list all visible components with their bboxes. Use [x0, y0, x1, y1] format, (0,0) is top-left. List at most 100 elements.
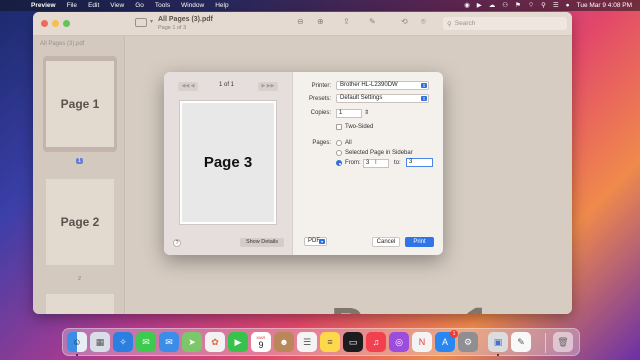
users-icon[interactable]: ⚇	[502, 0, 508, 11]
news-icon[interactable]: N	[412, 332, 432, 352]
chevron-down-icon: ▾	[319, 239, 325, 244]
page-count: 1 of 1	[219, 82, 235, 88]
page-content-text: Page 1	[331, 298, 492, 314]
to-field[interactable]: 3	[406, 158, 433, 167]
podcasts-icon[interactable]: ◎	[389, 332, 409, 352]
wifi-icon[interactable]: ⌔	[528, 0, 534, 11]
document-subtitle: Page 1 of 3	[158, 25, 187, 31]
menu-help[interactable]: Help	[215, 2, 228, 9]
play-icon[interactable]: ▶	[477, 0, 482, 11]
first-previous-page-button[interactable]: ◀◀ ◀	[178, 82, 198, 91]
menu-app-name[interactable]: Preview	[31, 2, 56, 9]
chevron-updown-icon: ⇕	[421, 83, 427, 88]
print-settings: Printer: Brother HL-L2390DW ⇕ Presets: D…	[293, 72, 443, 255]
running-indicator	[76, 354, 78, 356]
sidebar-toggle-icon[interactable]	[135, 18, 147, 27]
reminders-icon[interactable]: ☰	[297, 332, 317, 352]
thumbnail-sidebar: All Pages (3).pdf Page 1 1 Page 2 2	[33, 36, 125, 314]
print-dialog: ◀◀ ◀ 1 of 1 ▶ ▶▶ Page 3 ? Show Details P…	[164, 72, 443, 255]
markup-icon[interactable]: ✎	[369, 17, 376, 26]
two-sided-label: Two-Sided	[345, 124, 374, 130]
help-button[interactable]: ?	[173, 239, 181, 247]
pages-selected-radio[interactable]	[336, 150, 342, 156]
facetime-icon[interactable]: ▶	[228, 332, 248, 352]
maps-icon[interactable]: ➤	[182, 332, 202, 352]
search-input[interactable]: ⚲ Search	[443, 17, 567, 30]
printer-select[interactable]: Brother HL-L2390DW ⇕	[336, 81, 429, 90]
dock-separator	[545, 333, 546, 353]
menu-view[interactable]: View	[110, 2, 124, 9]
mail-icon[interactable]: ✉	[159, 332, 179, 352]
photos-icon[interactable]: ✿	[205, 332, 225, 352]
text-cursor-icon: I	[375, 160, 377, 166]
calendar-day: 9	[258, 339, 264, 350]
menu-window[interactable]: Window	[181, 2, 204, 9]
annotate-icon[interactable]: ⌾	[421, 17, 426, 27]
messages-icon[interactable]: ✉	[136, 332, 156, 352]
next-last-page-button[interactable]: ▶ ▶▶	[258, 82, 278, 91]
copies-label: Copies:	[310, 110, 331, 116]
print-preview-page: Page 3	[179, 100, 277, 225]
pages-selected-label: Selected Page in Sidebar	[345, 150, 413, 156]
record-icon[interactable]: ◉	[464, 0, 470, 11]
clock-text[interactable]: Tue Mar 9 4:08 PM	[577, 0, 632, 11]
calendar-icon[interactable]: MAR 9	[251, 332, 271, 352]
minimize-window-button[interactable]	[52, 20, 59, 27]
rotate-icon[interactable]: ⟲	[401, 17, 408, 26]
menu-bar: Preview File Edit View Go Tools Window H…	[0, 0, 640, 11]
contacts-icon[interactable]: ☻	[274, 332, 294, 352]
pages-range-radio[interactable]	[336, 160, 342, 166]
notes-icon[interactable]: ≡	[320, 332, 340, 352]
search-placeholder: Search	[454, 20, 476, 27]
copies-stepper[interactable]: ⇕	[364, 109, 369, 116]
pages-all-label: All	[345, 140, 352, 146]
thumbnail-page-1[interactable]: Page 1	[46, 61, 114, 147]
music-icon[interactable]: ♫	[366, 332, 386, 352]
system-preferences-icon[interactable]: ⚙	[458, 332, 478, 352]
search-icon[interactable]: ⚲	[541, 0, 546, 11]
title-bar: ▾ All Pages (3).pdf Page 1 of 3 ⊖ ⊕ ⇪ ✎ …	[33, 12, 572, 36]
menu-edit[interactable]: Edit	[88, 2, 99, 9]
appstore-badge: 1	[450, 330, 458, 338]
copies-field[interactable]: 1	[336, 109, 362, 118]
finder-icon[interactable]: ☺	[67, 332, 87, 352]
safari-icon[interactable]: ✧	[113, 332, 133, 352]
zoom-out-icon[interactable]: ⊖	[297, 17, 304, 26]
thumbnail-number-2: 2	[78, 276, 82, 282]
thumbnail-page-3[interactable]	[46, 294, 114, 314]
cancel-button[interactable]: Cancel	[372, 237, 400, 247]
two-sided-checkbox[interactable]	[336, 124, 342, 130]
menu-file[interactable]: File	[67, 2, 77, 9]
preview-icon[interactable]: ▣	[488, 332, 508, 352]
pdf-menu-button[interactable]: PDF ▾	[304, 237, 327, 246]
menu-tools[interactable]: Tools	[155, 2, 170, 9]
print-button[interactable]: Print	[405, 237, 434, 247]
document-title: All Pages (3).pdf	[158, 16, 213, 23]
textedit-icon[interactable]: ✎	[511, 332, 531, 352]
menu-go[interactable]: Go	[135, 2, 144, 9]
control-center-icon[interactable]: ☰	[553, 0, 559, 11]
siri-icon[interactable]: ●	[566, 0, 570, 11]
trash-icon[interactable]: 🗑	[553, 332, 573, 352]
close-window-button[interactable]	[41, 20, 48, 27]
print-preview-pane: ◀◀ ◀ 1 of 1 ▶ ▶▶ Page 3 ? Show Details	[164, 72, 293, 255]
printer-value: Brother HL-L2390DW	[340, 82, 398, 88]
chevron-updown-icon: ⇕	[421, 96, 427, 101]
launchpad-icon[interactable]: ▦	[90, 332, 110, 352]
presets-select[interactable]: Default Settings ⇕	[336, 94, 429, 103]
cloud-icon[interactable]: ☁	[489, 0, 496, 11]
pages-all-radio[interactable]	[336, 140, 342, 146]
running-indicator	[497, 354, 499, 356]
search-icon: ⚲	[447, 20, 452, 28]
sidebar-title: All Pages (3).pdf	[40, 41, 85, 47]
zoom-in-icon[interactable]: ⊕	[317, 17, 324, 26]
thumbnail-page-2[interactable]: Page 2	[46, 179, 114, 265]
show-details-button[interactable]: Show Details	[240, 238, 284, 247]
zoom-window-button[interactable]	[63, 20, 70, 27]
flag-icon[interactable]: ⚑	[515, 0, 521, 11]
share-icon[interactable]: ⇪	[343, 17, 350, 26]
pages-label: Pages:	[312, 140, 331, 146]
tv-icon[interactable]: ▭	[343, 332, 363, 352]
chevron-down-icon[interactable]: ▾	[150, 18, 153, 25]
presets-label: Presets:	[308, 96, 331, 102]
